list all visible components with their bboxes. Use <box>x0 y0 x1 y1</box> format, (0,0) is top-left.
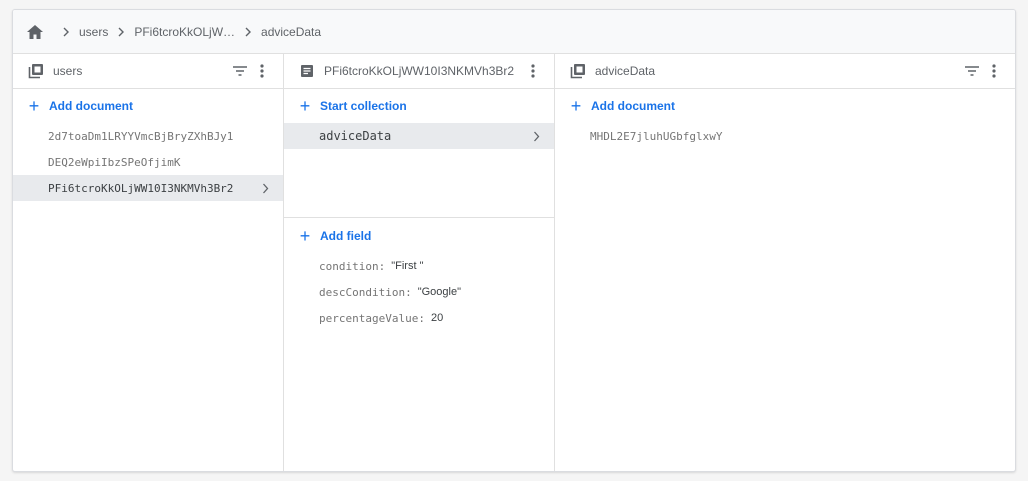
field-value: "First " <box>391 260 424 272</box>
filter-icon[interactable] <box>231 62 249 80</box>
document-id: DEQ2eWpiIbzSPeOfjimK <box>48 155 181 169</box>
document-id: MHDL2E7jluhUGbfglxwY <box>590 129 723 143</box>
breadcrumb-document[interactable]: PFi6tcroKkOLjW… <box>134 25 235 39</box>
add-document-label: Add document <box>591 99 675 113</box>
more-vert-icon[interactable] <box>253 62 271 80</box>
add-document-button[interactable]: + Add document <box>555 89 1015 123</box>
field-row[interactable]: percentageValue: 20 <box>284 305 554 331</box>
field-row[interactable]: descCondition: "Google" <box>284 279 554 305</box>
column-advicedata: adviceData + Add document MHDL2E7jluhUGb… <box>555 54 1015 471</box>
add-document-button[interactable]: + Add document <box>13 89 283 123</box>
chevron-right-icon <box>59 25 73 39</box>
document-id: 2d7toaDm1LRYYVmcBjBryZXhBJy1 <box>48 129 234 143</box>
plus-icon: + <box>299 96 311 116</box>
subcollection-name: adviceData <box>319 129 392 143</box>
subcollections-section: + Start collection adviceData <box>284 89 554 218</box>
field-key: descCondition: <box>319 285 412 299</box>
column-document: PFi6tcroKkOLjWW10I3NKMVh3Br2 + Start col… <box>284 54 555 471</box>
column-header: PFi6tcroKkOLjWW10I3NKMVh3Br2 <box>284 54 554 89</box>
column-header: users <box>13 54 283 89</box>
document-id: PFi6tcroKkOLjWW10I3NKMVh3Br2 <box>48 181 234 195</box>
field-value: "Google" <box>417 286 461 298</box>
plus-icon: + <box>28 96 40 116</box>
add-field-label: Add field <box>320 229 372 243</box>
add-document-label: Add document <box>49 99 133 113</box>
column-header: adviceData <box>555 54 1015 89</box>
plus-icon: + <box>299 226 311 246</box>
document-item[interactable]: DEQ2eWpiIbzSPeOfjimK <box>13 149 283 175</box>
breadcrumb-advicedata[interactable]: adviceData <box>261 25 321 39</box>
collection-icon <box>569 62 587 80</box>
collection-icon <box>27 62 45 80</box>
chevron-right-icon <box>530 130 542 142</box>
plus-icon: + <box>570 96 582 116</box>
document-item[interactable]: 2d7toaDm1LRYYVmcBjBryZXhBJy1 <box>13 123 283 149</box>
document-icon <box>298 62 316 80</box>
columns-view: users + Add document 2d7toaDm1LRYYVmcBjB… <box>13 54 1015 471</box>
column-title: adviceData <box>595 64 656 78</box>
column-title: PFi6tcroKkOLjWW10I3NKMVh3Br2 <box>324 64 515 78</box>
chevron-right-icon <box>114 25 128 39</box>
start-collection-label: Start collection <box>320 99 407 113</box>
breadcrumb: users PFi6tcroKkOLjW… adviceData <box>13 10 1015 54</box>
chevron-right-icon <box>259 182 271 194</box>
home-icon[interactable] <box>25 22 45 42</box>
breadcrumb-users[interactable]: users <box>79 25 108 39</box>
firestore-data-panel: users PFi6tcroKkOLjW… adviceData users +… <box>12 9 1016 472</box>
add-field-button[interactable]: + Add field <box>284 219 554 253</box>
field-row[interactable]: condition: "First " <box>284 253 554 279</box>
more-vert-icon[interactable] <box>985 62 1003 80</box>
filter-icon[interactable] <box>963 62 981 80</box>
chevron-right-icon <box>241 25 255 39</box>
field-key: condition: <box>319 259 386 273</box>
more-vert-icon[interactable] <box>524 62 542 80</box>
document-item-selected[interactable]: PFi6tcroKkOLjWW10I3NKMVh3Br2 <box>13 175 283 201</box>
field-value: 20 <box>430 312 444 324</box>
column-users: users + Add document 2d7toaDm1LRYYVmcBjB… <box>13 54 284 471</box>
start-collection-button[interactable]: + Start collection <box>284 89 554 123</box>
document-item[interactable]: MHDL2E7jluhUGbfglxwY <box>555 123 1015 149</box>
column-title: users <box>53 64 83 78</box>
field-key: percentageValue: <box>319 311 425 325</box>
subcollection-item-selected[interactable]: adviceData <box>284 123 554 149</box>
